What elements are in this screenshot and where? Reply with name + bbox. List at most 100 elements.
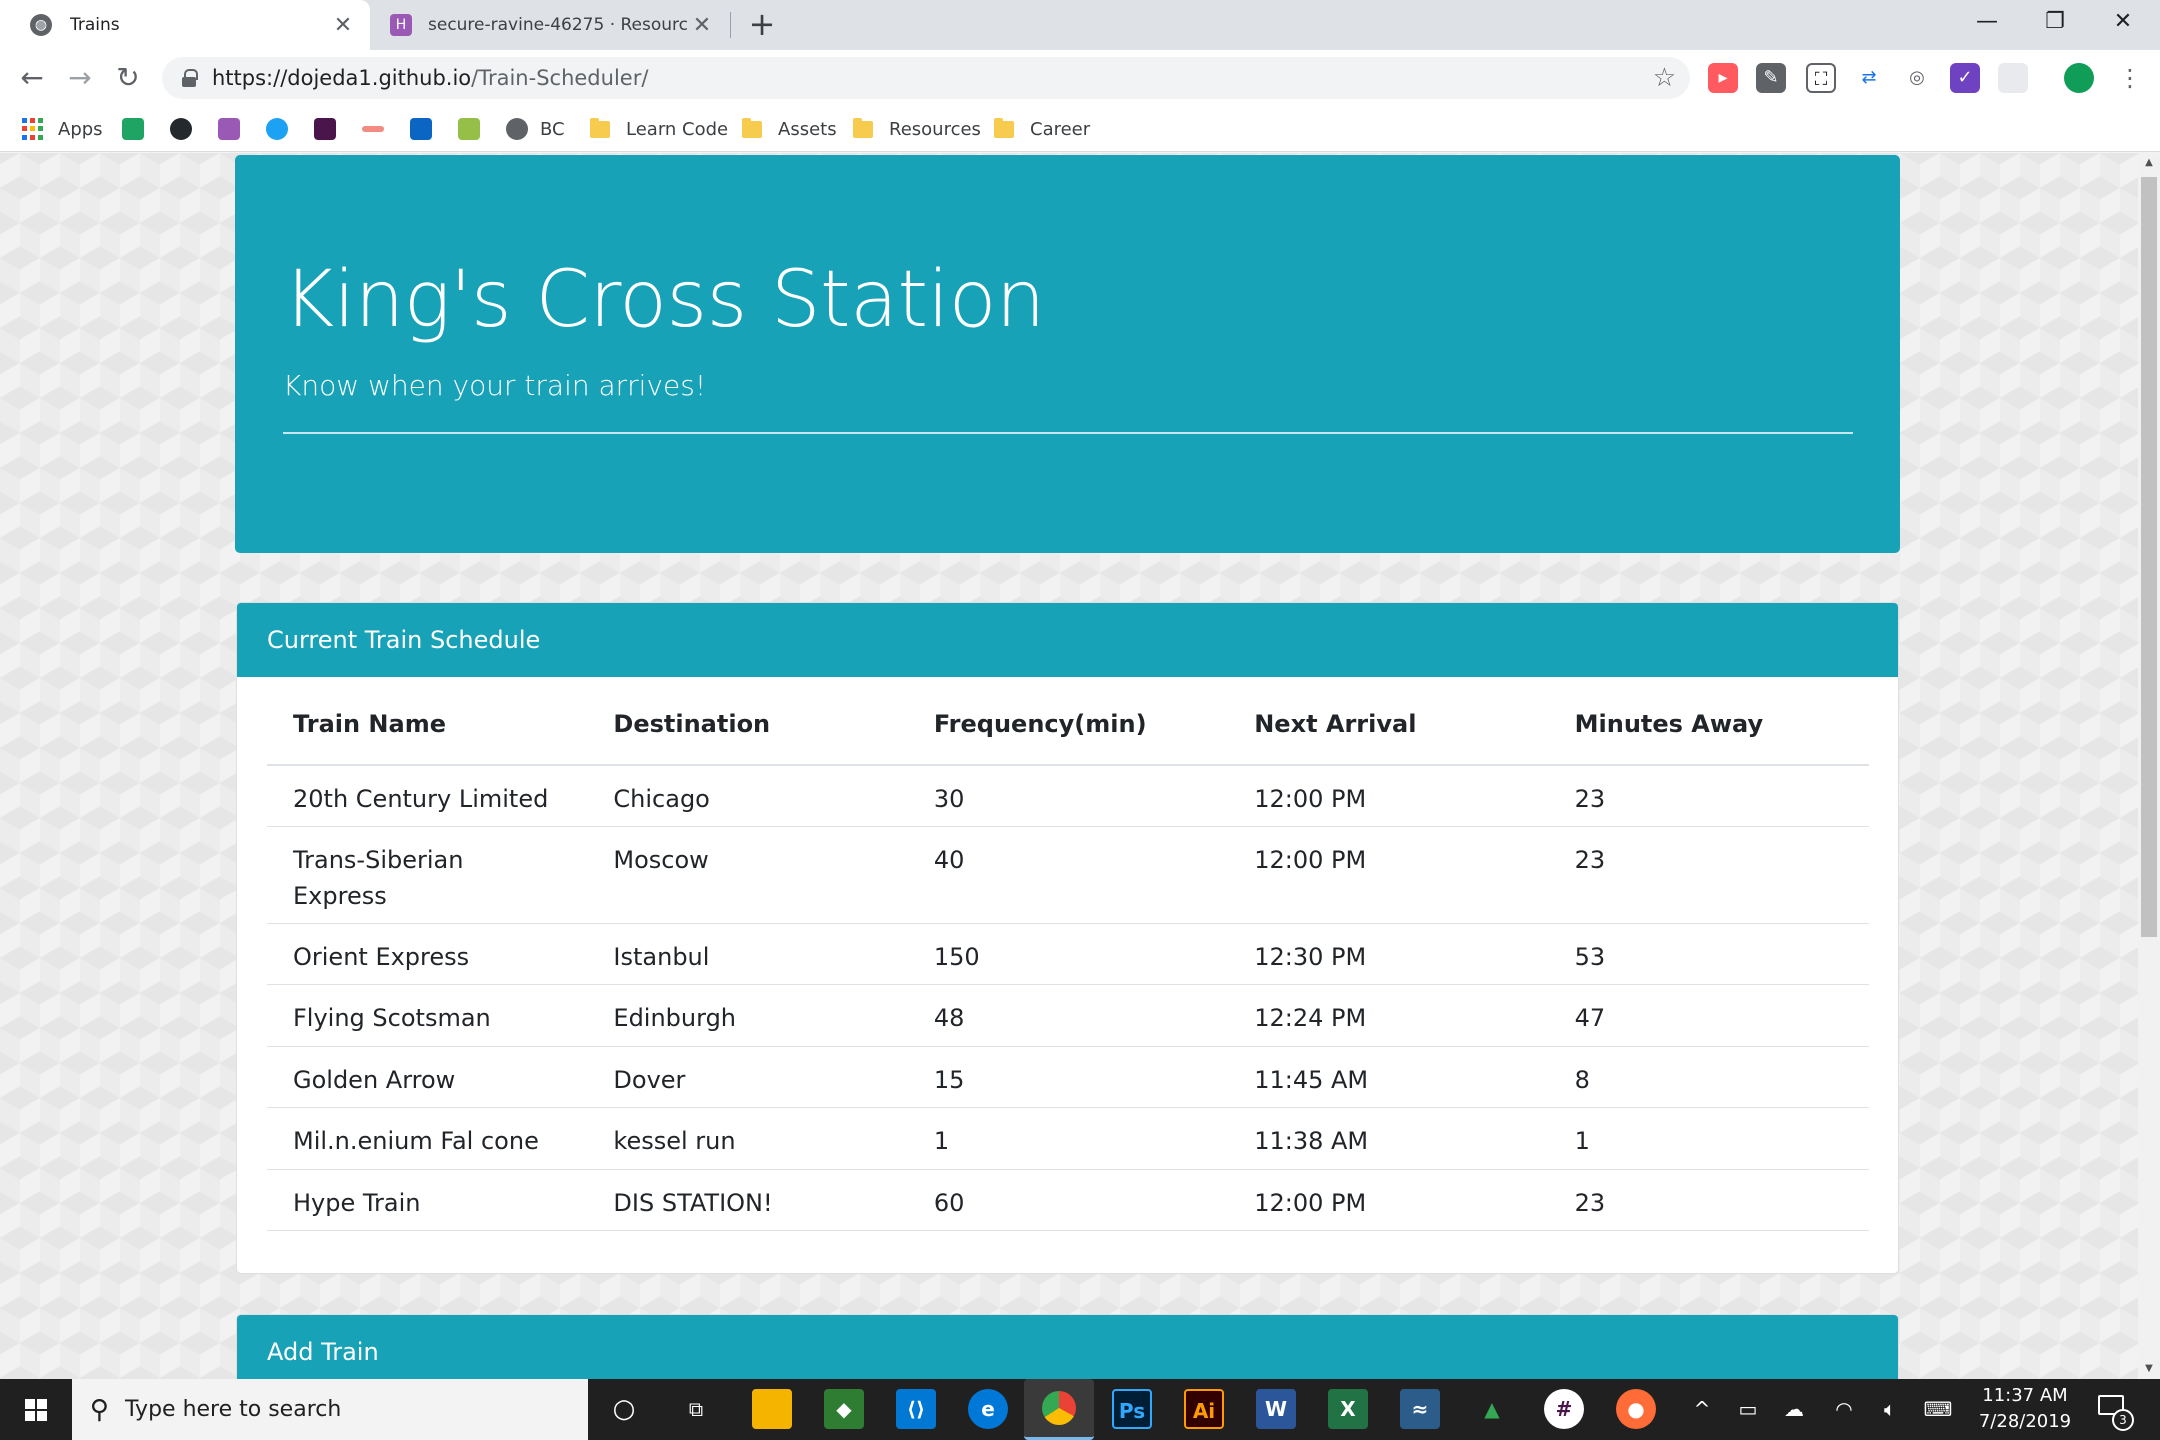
bookmark-label: Assets: [778, 118, 837, 140]
new-tab-button[interactable]: +: [745, 8, 779, 42]
chrome-icon: [1042, 1391, 1076, 1425]
extension-icon[interactable]: ▸: [1708, 63, 1738, 93]
train-name-cell: Mil.n.enium Fal cone: [293, 1127, 539, 1155]
bookmark-shopify[interactable]: [458, 116, 492, 142]
folder-icon: [742, 117, 762, 138]
tab-strip: ◍ Trains ✕ H secure-ravine-46275 · Resou…: [0, 0, 2160, 50]
chrome-taskbar-button[interactable]: [1024, 1379, 1094, 1440]
close-window-button[interactable]: ✕: [2092, 0, 2154, 44]
bookmark-label: Career: [1030, 118, 1091, 140]
bookmark-icon-1[interactable]: [122, 116, 156, 142]
lock-icon: [182, 69, 198, 87]
file-explorer-icon[interactable]: [752, 1389, 792, 1429]
frequency-cell: 48: [933, 1004, 965, 1032]
tab-close-icon[interactable]: ✕: [687, 13, 717, 38]
extension-icon[interactable]: ✎: [1756, 63, 1786, 93]
train-name-cell: Golden Arrow: [293, 1066, 456, 1094]
tab-close-icon[interactable]: ✕: [328, 13, 358, 38]
illustrator-icon[interactable]: Ai: [1184, 1389, 1224, 1429]
extension-icon[interactable]: ⇄: [1854, 63, 1884, 93]
bookmarks-bar: Apps BC Learn Code Assets Resources Care…: [0, 106, 2160, 152]
forward-arrow-icon[interactable]: →: [60, 58, 100, 98]
keyboard-icon[interactable]: ⌨: [1918, 1379, 1958, 1440]
bookmark-folder-assets[interactable]: Assets: [742, 116, 837, 142]
bookmark-github[interactable]: [170, 116, 204, 142]
wifi-icon[interactable]: ◠: [1824, 1379, 1864, 1440]
page-subtitle: Know when your train arrives!: [283, 369, 707, 402]
scroll-down-arrow-icon[interactable]: ▼: [2138, 1359, 2160, 1379]
bookmark-folder-career[interactable]: Career: [994, 116, 1090, 142]
train-name-cell: Trans-Siberian Express: [293, 846, 464, 910]
train-name-cell: Flying Scotsman: [293, 1004, 491, 1032]
page-scrollbar[interactable]: ▲ ▼: [2138, 153, 2160, 1379]
postman-icon[interactable]: ●: [1616, 1389, 1656, 1429]
column-header-destination: Destination: [613, 710, 771, 738]
scrollbar-thumb[interactable]: [2141, 177, 2157, 937]
bookmark-icon-4[interactable]: [266, 116, 300, 142]
back-arrow-icon[interactable]: ←: [12, 58, 52, 98]
bookmark-label: Resources: [889, 118, 981, 140]
slack-icon[interactable]: #: [1544, 1389, 1584, 1429]
edge-icon[interactable]: e: [968, 1389, 1008, 1429]
reload-icon[interactable]: ↻: [108, 58, 148, 98]
bookmark-heroku[interactable]: [218, 116, 252, 142]
tab-divider: [730, 12, 731, 38]
bookmark-label: Learn Code: [626, 118, 729, 140]
folder-icon: [994, 117, 1014, 138]
tab-trains[interactable]: ◍ Trains ✕: [0, 0, 370, 50]
bookmark-bc[interactable]: BC: [506, 116, 565, 142]
url-text[interactable]: https://dojeda1.github.io/Train-Schedule…: [212, 57, 648, 99]
start-button[interactable]: [0, 1379, 72, 1440]
column-header-train-name: Train Name: [293, 710, 446, 738]
github-icon: [170, 118, 192, 140]
bookmark-slack[interactable]: [314, 116, 348, 142]
search-icon: ⚲: [90, 1394, 110, 1425]
destination-cell: Edinburgh: [613, 1004, 737, 1032]
clock-time: 11:37 AM: [1982, 1385, 2068, 1406]
folder-icon: [853, 117, 873, 138]
tab-heroku-resources[interactable]: H secure-ravine-46275 · Resources ✕: [374, 0, 729, 50]
mysql-workbench-icon[interactable]: ≈: [1400, 1389, 1440, 1429]
frequency-cell: 15: [933, 1066, 965, 1094]
scroll-up-arrow-icon[interactable]: ▲: [2138, 153, 2160, 173]
taskbar-search-box[interactable]: ⚲ Type here to search: [72, 1379, 588, 1440]
volume-icon[interactable]: 🔈︎: [1870, 1379, 1910, 1440]
vscode-icon[interactable]: ⟨⟩: [896, 1389, 936, 1429]
battery-icon[interactable]: ▭: [1728, 1379, 1768, 1440]
minutes-away-cell: 47: [1574, 1004, 1606, 1032]
address-bar[interactable]: https://dojeda1.github.io/Train-Schedule…: [162, 57, 1690, 99]
gitkraken-icon[interactable]: ◆: [824, 1389, 864, 1429]
page-viewport: King's Cross Station Know when your trai…: [0, 153, 2138, 1379]
minimize-button[interactable]: —: [1956, 0, 2018, 44]
restore-button[interactable]: ❐: [2024, 0, 2086, 44]
screenshot-extension-icon[interactable]: ⛶: [1806, 63, 1836, 93]
cortana-icon[interactable]: ○: [604, 1389, 644, 1429]
divider: [283, 432, 1853, 434]
next-arrival-cell: 12:24 PM: [1254, 1004, 1367, 1032]
word-icon[interactable]: W: [1256, 1389, 1296, 1429]
excel-icon[interactable]: X: [1328, 1389, 1368, 1429]
robo3t-icon[interactable]: ▲: [1472, 1389, 1512, 1429]
frequency-cell: 30: [933, 785, 965, 813]
system-clock[interactable]: 11:37 AM 7/28/2019: [1960, 1383, 2090, 1435]
bookmark-folder-resources[interactable]: Resources: [853, 116, 981, 142]
onedrive-cloud-icon[interactable]: ☁: [1774, 1379, 1814, 1440]
checkbox-extension-icon[interactable]: ✓: [1950, 63, 1980, 93]
bookmark-star-icon[interactable]: ☆: [1653, 63, 1676, 93]
photoshop-icon[interactable]: Ps: [1112, 1389, 1152, 1429]
bookmark-site-icon: [266, 118, 288, 140]
frequency-cell: 60: [933, 1189, 965, 1217]
profile-avatar[interactable]: [2064, 63, 2094, 93]
action-center-button[interactable]: 3: [2096, 1391, 2134, 1431]
extension-icon[interactable]: [1998, 63, 2028, 93]
bookmark-folder-learn-code[interactable]: Learn Code: [590, 116, 728, 142]
table-row: Golden Arrow Dover 15 11:45 AM 8: [267, 1047, 1869, 1108]
extension-icon[interactable]: ◎: [1902, 63, 1932, 93]
task-view-icon[interactable]: ⧉: [676, 1389, 716, 1429]
menu-kebab-icon[interactable]: ⋮: [2110, 58, 2150, 98]
bookmark-label: BC: [540, 118, 565, 140]
show-hidden-icons-chevron-icon[interactable]: ^: [1682, 1379, 1722, 1440]
bookmark-linkedin[interactable]: [410, 116, 444, 142]
bookmark-apps[interactable]: Apps: [22, 116, 103, 142]
bookmark-icon-6[interactable]: [362, 116, 396, 142]
